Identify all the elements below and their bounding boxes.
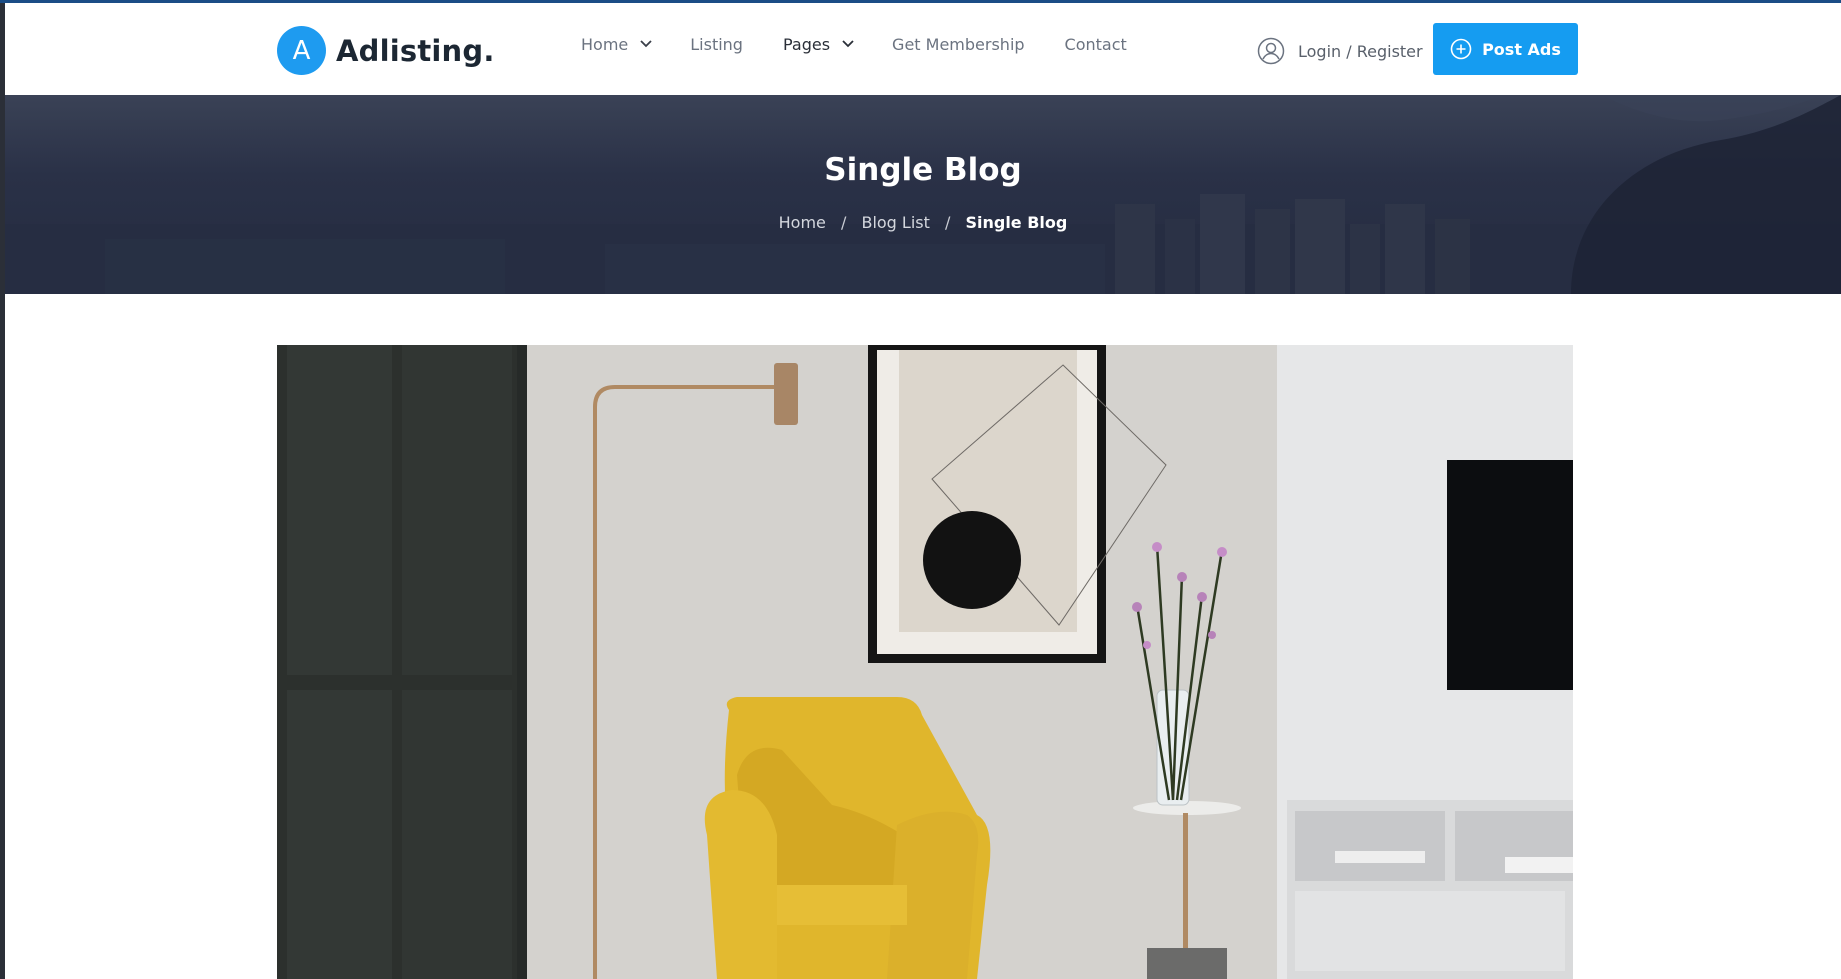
breadcrumb: Home / Blog List / Single Blog <box>5 213 1841 232</box>
featured-photo-image <box>277 345 1573 979</box>
nav-item-label: Listing <box>690 35 743 54</box>
nav-item-listing[interactable]: Listing <box>690 35 743 54</box>
main-nav: Home Listing Pages Get Membership Contac… <box>581 35 1167 54</box>
nav-item-label: Contact <box>1064 35 1127 54</box>
post-ads-label: Post Ads <box>1482 39 1561 59</box>
post-ads-button[interactable]: Post Ads <box>1433 23 1578 75</box>
nav-item-label: Get Membership <box>892 35 1025 54</box>
person-silhouette-image <box>1571 95 1841 294</box>
user-circle-icon <box>1257 37 1285 65</box>
plus-circle-icon <box>1450 38 1472 60</box>
page: A Adlisting. Home Listing Pages Get Memb… <box>0 0 1841 979</box>
login-register-label: Login / Register <box>1298 41 1423 61</box>
breadcrumb-current: Single Blog <box>965 213 1068 232</box>
site-logo[interactable]: A Adlisting. <box>277 26 495 75</box>
login-register-link[interactable]: Login / Register <box>1257 37 1423 65</box>
logo-text: Adlisting. <box>336 33 495 68</box>
chevron-down-icon <box>842 39 854 50</box>
logo-badge-icon: A <box>277 26 326 75</box>
breadcrumb-blog-list[interactable]: Blog List <box>861 213 929 232</box>
nav-item-contact[interactable]: Contact <box>1065 35 1127 54</box>
nav-item-home[interactable]: Home <box>581 35 652 54</box>
nav-item-label: Home <box>581 35 629 54</box>
breadcrumb-separator: / <box>944 213 951 232</box>
nav-item-pages[interactable]: Pages <box>782 35 854 54</box>
breadcrumb-home[interactable]: Home <box>779 213 826 232</box>
site-header: A Adlisting. Home Listing Pages Get Memb… <box>5 3 1841 95</box>
breadcrumb-separator: / <box>840 213 847 232</box>
page-title: Single Blog <box>824 152 1022 188</box>
nav-item-get-membership[interactable]: Get Membership <box>892 35 1025 54</box>
nav-item-label: Pages <box>782 35 831 54</box>
page-banner: Single Blog Home / Blog List / Single Bl… <box>5 95 1841 294</box>
chevron-down-icon <box>640 39 652 50</box>
